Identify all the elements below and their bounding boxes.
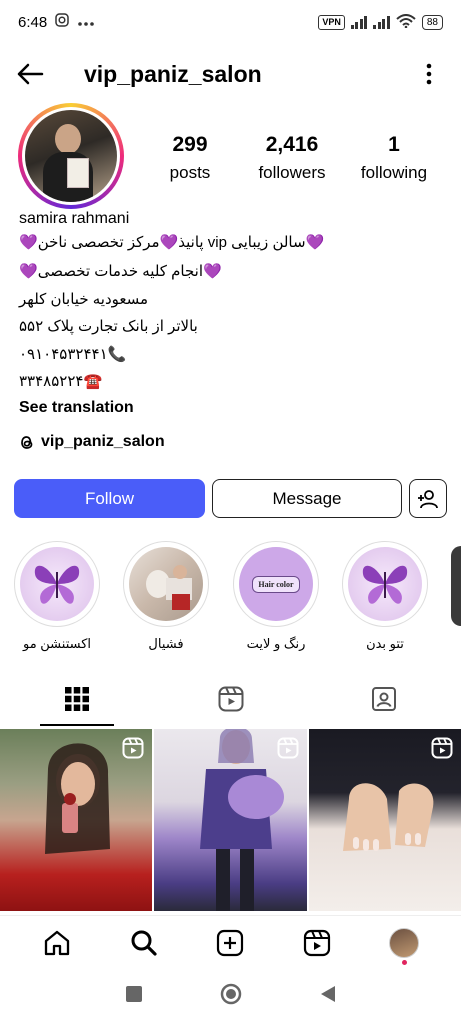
posts-label: posts [169,163,211,182]
nav-search[interactable] [124,923,164,963]
bio-line: مسعودیه خیابان کلهر [19,291,149,308]
bio-line: 💜انجام کلیه خدمات تخصصی💜 [19,263,222,280]
bio-line: 💜پانیذ💜مرکز تخصصی ناخن vip سالن زیبایی💜 [19,234,325,251]
vpn-badge: VPN [318,14,345,30]
butterfly-highlight-image [348,547,422,621]
followers-label: followers [258,163,326,182]
profile-tabs [0,672,461,726]
highlight-label: تتو بدن [366,636,404,651]
highlight-label: رنگ و لایت [246,636,306,651]
bottom-navigation [0,915,461,969]
highlight-item[interactable]: Hair color رنگ و لایت [233,541,319,652]
highlight-label: اکستنشن مو [22,636,92,651]
post-thumbnail[interactable] [154,729,307,911]
status-bar: 6:48 VPN 88 [0,0,461,44]
square-icon [125,986,142,1002]
status-time: 6:48 [18,13,48,31]
followers-number: 2,416 [265,133,319,156]
triangle-back-icon [320,986,335,1002]
nav-reels[interactable] [297,923,337,963]
highlight-label: فشیال [148,636,184,651]
signal-icon [350,15,368,29]
highlight-item[interactable]: تتو بدن [342,541,428,652]
back-button[interactable] [0,50,60,98]
followers-count[interactable]: 2,416 followers [248,133,336,183]
vertical-dots-icon [426,63,432,85]
profile-name: samira rahmani [19,210,130,227]
wifi-icon [396,13,416,31]
bio-line: ۰۹۱۰۴۵۳۲۴۴۱📞 [19,346,127,363]
threads-handle: vip_paniz_salon [41,433,165,450]
profile-avatar-story-ring[interactable] [18,103,124,209]
nav-home[interactable] [37,923,77,963]
following-label: following [360,163,428,182]
post-thumbnail[interactable] [308,729,461,911]
create-icon [217,929,244,956]
message-button[interactable]: Message [212,479,402,518]
back-system-button[interactable] [320,985,336,1008]
facial-highlight-image [129,547,203,621]
highlight-item-partial[interactable] [451,546,461,626]
butterfly-highlight-image [20,547,94,621]
profile-avatar-small [388,927,419,958]
notification-dot [401,959,407,965]
tab-tagged[interactable] [307,672,461,726]
system-navigation-bar [0,969,461,1024]
post-thumbnail[interactable] [0,729,153,911]
home-icon [45,930,70,955]
posts-grid [0,729,461,911]
profile-avatar [25,110,117,202]
following-number: 1 [388,133,400,156]
posts-number: 299 [172,133,208,156]
see-translation-link[interactable]: See translation [19,399,134,417]
grid-icon [64,687,89,711]
nav-profile[interactable] [384,923,424,965]
battery-indicator: 88 [421,14,443,30]
posts-count[interactable]: 299 posts [160,133,220,183]
bio-line: بالاتر از بانک تجارت پلاک ۵۵۲ [19,318,198,335]
circle-icon [220,983,241,1005]
tab-posts-grid[interactable] [0,672,154,726]
more-notifications-icon [77,14,95,31]
highlight-item[interactable]: فشیال [123,541,209,652]
signal-icon-2 [373,15,390,29]
page-title: vip_paniz_salon [84,60,262,87]
following-count[interactable]: 1 following [354,133,434,183]
hair-color-highlight-image: Hair color [239,547,313,621]
suggested-users-button[interactable] [409,479,447,518]
tagged-icon [372,687,397,711]
hair-color-tag: Hair color [252,575,300,593]
nav-create[interactable] [210,923,250,963]
follow-button[interactable]: Follow [14,479,205,518]
tab-reels[interactable] [154,672,308,726]
reels-icon [218,686,243,712]
threads-icon [21,435,33,449]
home-system-button[interactable] [220,983,242,1010]
reels-icon [303,929,331,956]
instagram-status-icon [55,13,69,31]
highlight-item[interactable]: اکستنشن مو [14,541,100,652]
add-user-icon [418,489,438,508]
back-arrow-icon [17,63,44,85]
bio-line: ۳۳۴۸۵۲۲۴☎️ [19,373,103,390]
profile-header: vip_paniz_salon [0,50,461,98]
more-options-button[interactable] [419,58,439,90]
search-icon [131,930,157,956]
threads-profile-link[interactable]: vip_paniz_salon [19,433,165,451]
recent-apps-button[interactable] [125,986,142,1007]
